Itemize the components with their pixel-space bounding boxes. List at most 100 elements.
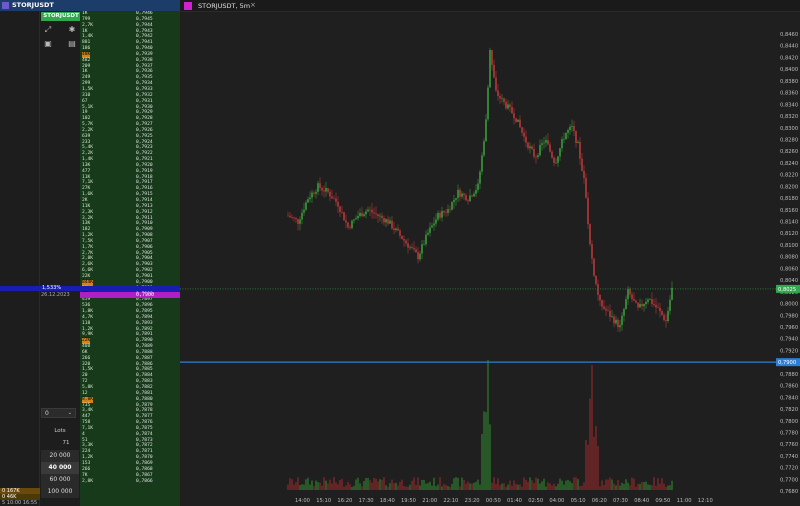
chart-panel: STORJUSDT, 5m × 0,8460 0,8440 0,8420 0,8400…	[180, 0, 800, 506]
volume-bar	[659, 483, 661, 490]
candle-body	[381, 215, 383, 218]
candle-body	[389, 220, 391, 224]
candle-body	[581, 158, 583, 171]
lot-button-40000[interactable]: 40 000	[41, 462, 79, 474]
dom-tab[interactable]: STORJUSDT	[0, 0, 180, 11]
chevron-down-icon: ⌄	[67, 410, 72, 416]
volume-bar	[479, 484, 481, 490]
candle-body	[461, 193, 463, 197]
candle-body	[419, 253, 421, 260]
candle-body	[365, 211, 367, 215]
volume-bar	[417, 477, 419, 490]
volume-bar	[523, 477, 525, 490]
chart-link-icon[interactable]: ⤢	[42, 25, 54, 35]
candle-body	[479, 171, 481, 184]
settings-icon[interactable]: ✱	[66, 25, 78, 35]
candle-body	[303, 209, 305, 213]
lots-label: Lots	[54, 428, 66, 434]
volume-bar	[603, 485, 605, 490]
candle-body	[595, 275, 597, 285]
candle-body	[337, 201, 339, 207]
close-icon[interactable]: ×	[250, 1, 256, 9]
price-tick-label: 0,8420	[780, 55, 798, 61]
volume-bar	[647, 484, 649, 490]
volume-bar	[503, 483, 505, 490]
candle-body	[617, 319, 619, 328]
time-tick-label: 12:10	[698, 498, 713, 504]
volume-bar	[653, 477, 655, 490]
volume-bar	[423, 479, 425, 490]
candle-body	[583, 170, 585, 179]
volume-bar	[287, 484, 289, 490]
volume-bar	[637, 484, 639, 490]
price-ladder[interactable]: 1K 0,7946 799 0,7945 2,7K 0,7944 1K 0,7943 1,4K 0…	[80, 11, 180, 506]
volume-bar	[309, 484, 311, 490]
candle-body	[577, 141, 579, 143]
volume-bar	[617, 479, 619, 490]
candle-body	[403, 239, 405, 241]
volume-bar	[497, 478, 499, 490]
candle-body	[671, 287, 673, 300]
candle-body	[537, 155, 539, 158]
candle-body	[517, 119, 519, 122]
volume-bar	[611, 479, 613, 490]
volume-bar	[633, 478, 635, 490]
candle-body	[357, 216, 359, 219]
volume-bar	[571, 483, 573, 490]
lot-button-20000[interactable]: 20 000	[41, 450, 79, 462]
lots-select[interactable]: 0 ⌄	[41, 408, 76, 418]
candle-body	[551, 151, 553, 158]
volume-bar	[297, 477, 299, 490]
candle-body	[359, 212, 361, 217]
candle-body	[329, 191, 331, 197]
volume-bar	[321, 485, 323, 490]
volume-bar	[477, 479, 479, 490]
volume-bar	[551, 485, 553, 490]
volume-bar	[661, 478, 663, 490]
volume-bar	[583, 482, 585, 490]
volume-bar	[521, 486, 523, 490]
instrument-badge[interactable]: STORJUSDT	[41, 12, 81, 21]
volume-bar	[463, 479, 465, 490]
volume-bar	[439, 477, 441, 490]
calculator-icon[interactable]: ▣	[42, 39, 54, 49]
volume-bar	[451, 483, 453, 490]
price-tick-label: 0,8320	[780, 114, 798, 120]
instrument-icon	[2, 2, 9, 9]
volume-bar	[345, 485, 347, 490]
candle-body	[547, 140, 549, 145]
keyboard-icon[interactable]: ▤	[66, 39, 78, 49]
volume-bar	[375, 478, 377, 490]
candle-body	[615, 319, 617, 324]
lot-button-60000[interactable]: 60 000	[41, 474, 79, 486]
candle-body	[341, 211, 343, 213]
volume-bar	[493, 477, 495, 490]
candle-body	[371, 209, 373, 213]
candle-body	[631, 294, 633, 299]
time-tick-label: 11:00	[677, 498, 692, 504]
candle-body	[533, 149, 535, 157]
candlestick-chart[interactable]: 0,8460 0,8440 0,8420 0,8400 0,8380 0,8360 0,83…	[180, 12, 800, 506]
volume-bar	[319, 482, 321, 490]
candle-body	[313, 192, 315, 194]
volume-bar	[557, 483, 559, 490]
volume-bar	[487, 360, 489, 490]
candle-body	[431, 225, 433, 228]
lots-value[interactable]: 71	[40, 440, 80, 446]
candle-body	[541, 143, 543, 145]
candle-body	[549, 144, 551, 152]
lot-button-100000[interactable]: 100 000	[41, 486, 79, 498]
time-tick-label: 02:50	[528, 498, 543, 504]
candle-body	[315, 191, 317, 194]
candle-body	[421, 244, 423, 254]
candle-body	[453, 199, 455, 202]
candle-body	[317, 183, 319, 192]
candle-body	[531, 146, 533, 150]
current-price-row: 1,533%	[0, 285, 180, 291]
chart-tab[interactable]: STORJUSDT, 5m ×	[180, 0, 800, 12]
time-tick-label: 08:40	[634, 498, 649, 504]
candle-body	[655, 304, 657, 308]
volume-bar	[529, 477, 531, 490]
candle-body	[407, 243, 409, 248]
ladder-row[interactable]: 2,8K 0,7866	[80, 479, 180, 485]
